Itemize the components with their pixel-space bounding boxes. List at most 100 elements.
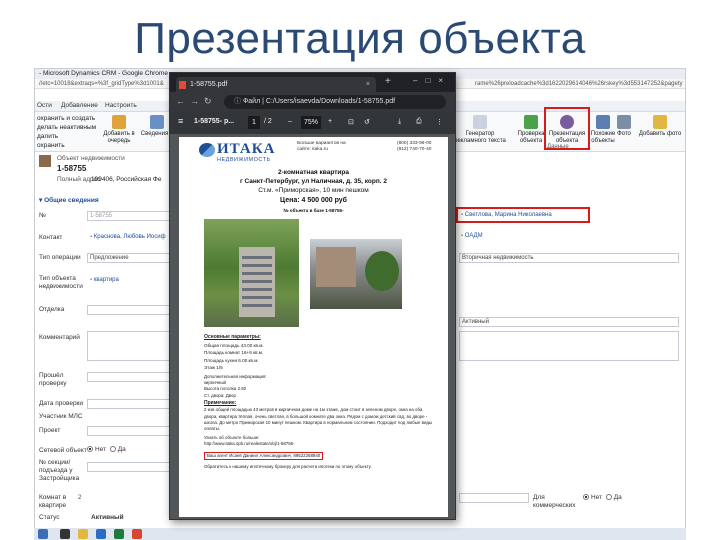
finish-field[interactable] [87, 305, 177, 315]
state-select[interactable]: Активный [459, 317, 679, 327]
network-yes-label: Да [117, 446, 126, 453]
slide-title: Презентация объекта [134, 14, 586, 63]
excel-icon[interactable] [114, 529, 124, 539]
photo-icon [617, 115, 631, 129]
commercial-no-label: Нет [591, 494, 603, 501]
heading-rooms: 2-комнатная квартира [278, 169, 349, 176]
address-value: 199406, Российская Фе [91, 176, 162, 183]
right-notes-field[interactable] [459, 331, 679, 361]
back-icon[interactable]: ← [176, 96, 185, 106]
browser-address-row: ← → ↻ ⓘ Файл | C:/Users/isaevda/Download… [170, 92, 455, 112]
more-link[interactable]: http://www.itaka.spb.ru/realestate/obj/1… [204, 441, 434, 447]
check-date-field[interactable] [87, 399, 177, 409]
finish-label: Отделка [39, 306, 65, 313]
heading-price: Цена: 4 500 000 руб [280, 197, 347, 204]
chrome-icon[interactable] [132, 529, 142, 539]
tab-file[interactable]: Ости [37, 102, 52, 109]
forward-icon[interactable]: → [190, 96, 199, 106]
pdf-tab[interactable]: 1-58755.pdf × [176, 77, 376, 92]
pdf-tab-title: 1-58755.pdf [190, 81, 228, 88]
building-photo-1 [204, 219, 299, 327]
phone-2: (812) 740-70-40 [397, 147, 432, 152]
zoom-out-icon[interactable]: – [288, 118, 292, 125]
reload-icon[interactable]: ↻ [204, 96, 212, 107]
section-num-label: № секции/подъезда у Застройщика [39, 459, 80, 482]
param-kitchen-area: Площадь кухни 6.00 кв.м. [204, 357, 259, 363]
presentation-highlight [544, 107, 590, 150]
address-input[interactable]: ⓘ Файл | C:/Users/isaevda/Downloads/1-58… [224, 95, 446, 109]
tab-customize[interactable]: Настроить [105, 102, 137, 109]
commercial-no-radio[interactable] [583, 494, 589, 501]
similar-icon [596, 115, 610, 129]
section-num-field[interactable] [87, 462, 177, 472]
folder-icon[interactable] [78, 529, 88, 539]
add-photo-label: Добавить фото [638, 131, 682, 137]
mls-field[interactable] [87, 412, 177, 422]
network-yes-radio[interactable] [109, 446, 116, 453]
contact-lookup[interactable]: ▪ Краснова, Любовь Иосиф [87, 232, 177, 242]
save-and-new-button[interactable]: охранить и создать [37, 115, 95, 122]
deactivate-button[interactable]: делать неактивным [37, 124, 96, 131]
crm-url-right: rame%26preloadcache%3d1622029614046%26rs… [475, 81, 683, 87]
print-icon[interactable]: ⎙ [416, 118, 422, 126]
status-label: Статус [39, 514, 60, 521]
menu-icon[interactable]: ≡ [178, 116, 183, 126]
heading-address: г Санкт-Петербург, ул Наличная, д. 35, к… [239, 178, 388, 185]
commercial-radio-group: Нет Да [583, 494, 622, 501]
right-small-field[interactable] [459, 493, 529, 503]
params-title: Основные параметры: [204, 334, 261, 340]
param-rooms-area: Площадь комнат 16+9 кв.м. [204, 350, 264, 356]
crm-url-left: //etc=10018&extraqs=%3f_gridType%3d1001& [39, 81, 164, 87]
market-select[interactable]: Вторичная недвижимость [459, 253, 679, 263]
last-check-label: Прошёл проверку [39, 372, 67, 387]
ad-text-generator-button[interactable]: Генератор рекламного текста [453, 115, 507, 145]
search-icon[interactable] [60, 529, 70, 539]
new-tab-icon[interactable]: + [385, 76, 391, 87]
project-label: Проект [39, 427, 61, 434]
save-button[interactable]: охранить [37, 142, 65, 149]
obj-type-label: Тип объекта недвижимости [39, 275, 83, 290]
itaka-logo: ИТАКА НЕДВИЖИМОСТЬ [199, 141, 291, 163]
rooms-field[interactable]: 2 [75, 493, 175, 503]
window-controls-icon[interactable]: –□× [413, 76, 451, 85]
zoom-in-icon[interactable]: + [328, 118, 332, 125]
download-icon[interactable]: ⤓ [398, 118, 401, 126]
obj-type-lookup[interactable]: ▪ квартира [87, 275, 177, 285]
add-to-queue-label: Добавить в очередь [103, 131, 135, 144]
address-value: C:/Users/isaevda/Downloads/1-58755.pdf [265, 98, 396, 105]
network-label: Сетевой объект [39, 447, 87, 454]
project-field[interactable] [87, 426, 177, 436]
contact-label: Контакт [39, 234, 63, 241]
op-type-label: Тип операции [39, 254, 81, 261]
number-label: № [39, 212, 46, 219]
base-number: № объекта в базе 1-58755- [283, 208, 344, 213]
logo-main-text: ИТАКА [217, 141, 276, 157]
close-icon[interactable]: × [366, 77, 370, 92]
network-no-radio[interactable] [87, 446, 93, 453]
last-check-field[interactable] [87, 372, 177, 382]
add-photo-button[interactable]: Добавить фото [635, 115, 685, 138]
commercial-yes-radio[interactable] [605, 494, 612, 501]
tab-add[interactable]: Добавление [61, 102, 98, 109]
outlook-icon[interactable] [96, 529, 106, 539]
section-general-sedeniya[interactable]: ▾ Общие сведения [39, 196, 99, 204]
more-icon[interactable]: ⋮ [436, 118, 443, 126]
op-type-select[interactable]: Предложение [87, 253, 177, 263]
page-number-input[interactable]: 1 [248, 116, 260, 129]
number-field[interactable]: 1-58755 [87, 211, 177, 221]
office-lookup[interactable]: ▪ ОАДМ [459, 232, 549, 242]
rooms-label: Комнат в квартире [39, 494, 67, 509]
start-icon[interactable] [38, 529, 48, 539]
owner-highlight [456, 207, 590, 223]
rotate-icon[interactable]: ↺ [364, 118, 370, 126]
contact-value: Краснова, Любовь Иосиф [93, 234, 166, 240]
zoom-input[interactable]: 75% [301, 116, 321, 129]
fit-page-icon[interactable]: ⊡ [348, 118, 354, 126]
network-no-label: Нет [95, 446, 107, 453]
phones: (800) 333-96-00 (812) 740-70-40 [397, 141, 431, 153]
generator-icon [473, 115, 487, 129]
comment-field[interactable] [87, 331, 177, 361]
details-icon [150, 115, 164, 129]
pdf-viewer-window: 1-58755.pdf × + –□× ← → ↻ ⓘ Файл | C:/Us… [169, 72, 456, 520]
delete-button[interactable]: далить [37, 133, 58, 140]
